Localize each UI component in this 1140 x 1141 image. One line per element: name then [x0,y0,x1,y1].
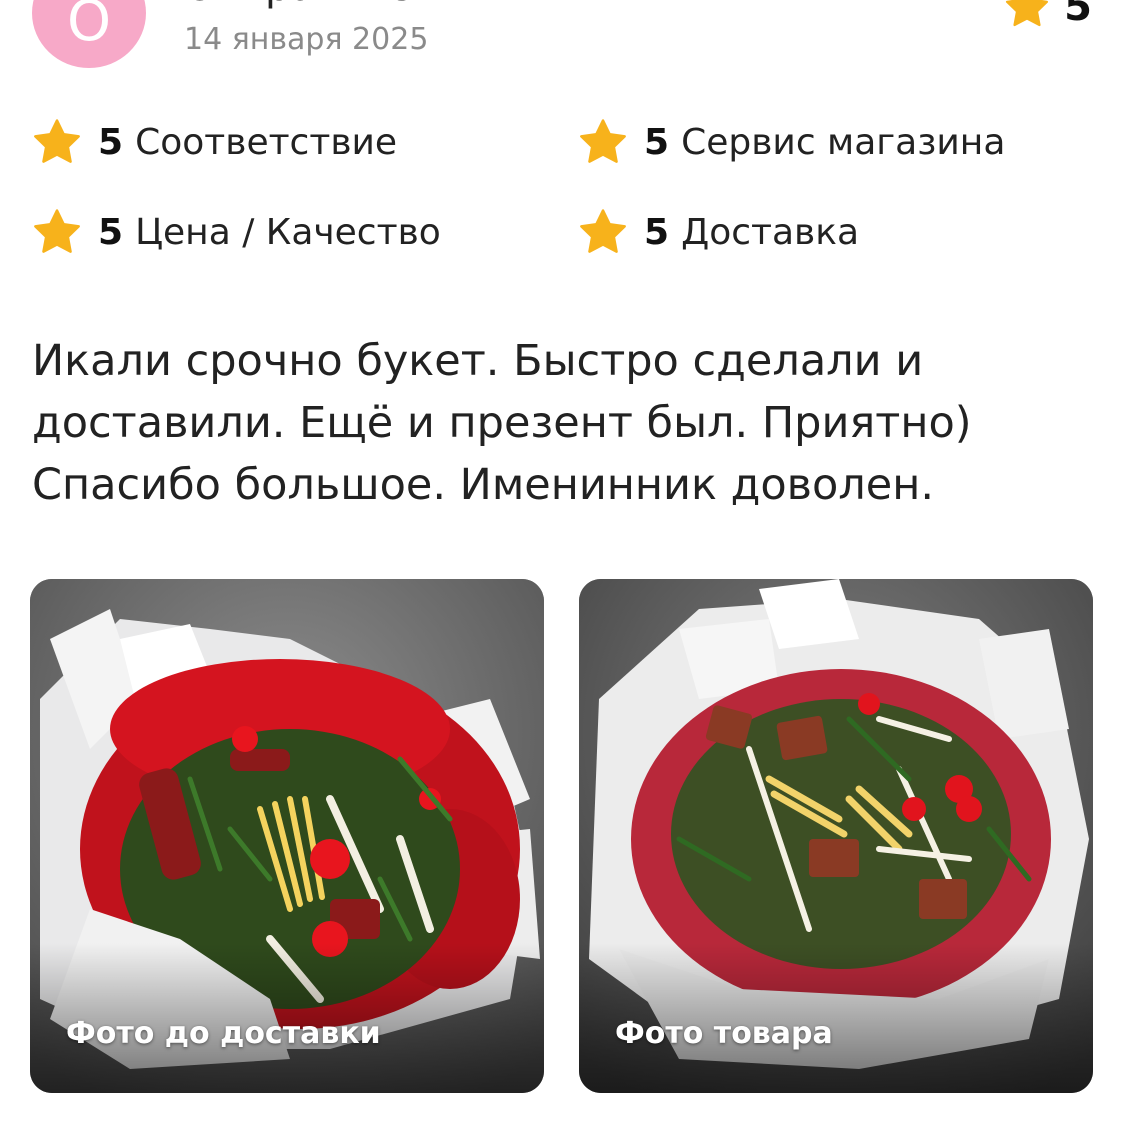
photo-caption: Фото до доставки [66,1016,381,1051]
photo-product[interactable]: Фото товара [579,579,1093,1093]
overall-rating-value: 5 [1064,0,1092,30]
avatar[interactable]: О [32,0,146,68]
rating-criteria: 5 Соответствие 5 Сервис магазина 5 Цена … [32,118,1112,256]
criterion-label: Соответствие [135,121,398,163]
criterion-value: 5 [98,211,124,253]
avatar-letter: О [66,0,112,54]
review-text: Икали срочно букет. Быстро сделали и дос… [32,336,972,510]
star-icon [578,118,628,166]
photo-before-delivery[interactable]: Фото до доставки [30,579,544,1093]
star-icon [32,208,82,256]
criterion-price-quality: 5 Цена / Качество [32,208,578,256]
overall-rating: 5 [1004,0,1092,30]
criterion-value: 5 [98,121,124,163]
criterion-value: 5 [644,121,670,163]
sender-name: Отправитель [184,0,461,10]
review-date: 14 января 2025 [184,22,429,57]
star-icon [1004,0,1050,29]
criterion-label: Сервис магазина [681,121,1006,163]
criterion-label: Цена / Качество [135,211,441,253]
star-icon [578,208,628,256]
criterion-label: Доставка [681,211,860,253]
criterion-delivery: 5 Доставка [578,208,1112,256]
photo-caption: Фото товара [615,1016,833,1051]
review-photos: Фото до доставки Фото товара [30,579,1094,1093]
criterion-value: 5 [644,211,670,253]
star-icon [32,118,82,166]
criterion-store-service: 5 Сервис магазина [578,118,1112,166]
criterion-match: 5 Соответствие [32,118,578,166]
